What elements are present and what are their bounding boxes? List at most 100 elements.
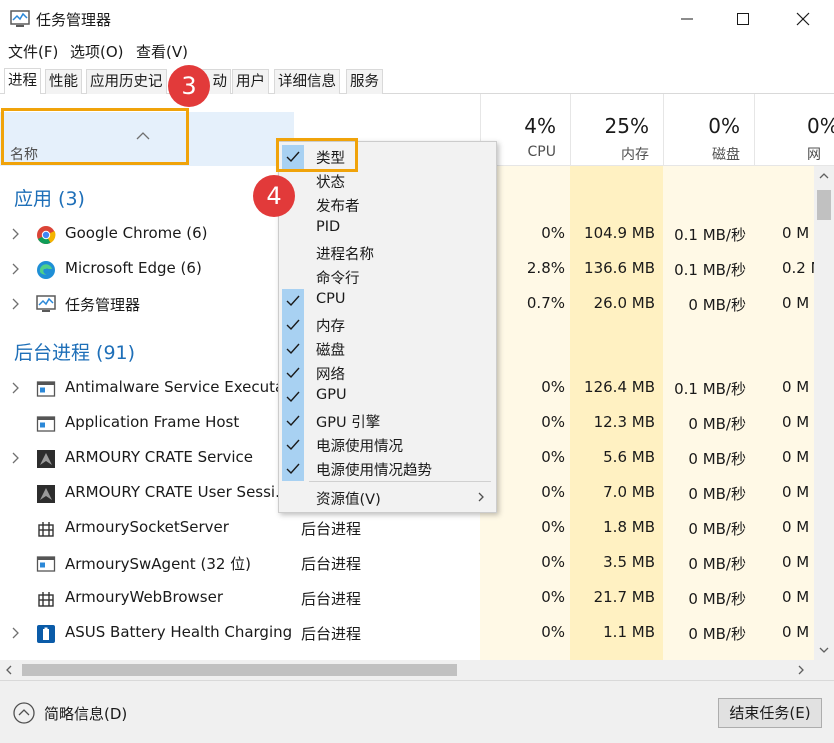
scroll-down-icon[interactable]: [819, 647, 829, 653]
context-menu-item[interactable]: 电源使用情况趋势: [279, 457, 496, 481]
process-cpu: 2.8%: [526, 259, 565, 277]
tab-users[interactable]: 用户: [232, 69, 269, 94]
scroll-left-icon[interactable]: [6, 665, 12, 675]
context-menu-label: 内存: [316, 319, 345, 335]
context-menu-item[interactable]: CPU: [279, 289, 496, 313]
context-menu-label: PID: [316, 219, 341, 235]
process-name: ARMOURY CRATE User Sessi...: [65, 483, 290, 501]
process-memory: 5.6 MB: [603, 448, 655, 466]
vertical-scroll-thumb[interactable]: [817, 190, 831, 220]
process-name: Application Frame Host: [65, 413, 240, 431]
tab-strip: 进程 性能 应用历史记 动 用户 详细信息 服务: [0, 66, 834, 94]
process-disk: 0 MB/秒: [688, 485, 746, 503]
horizontal-scroll-thumb[interactable]: [22, 664, 457, 676]
process-memory: 1.1 MB: [603, 623, 655, 641]
process-row[interactable]: ArmourySocketServer 后台进程 0% 1.8 MB 0 MB/秒 0 M: [0, 511, 814, 546]
expand-chevron-icon[interactable]: [12, 298, 20, 310]
process-row[interactable]: ArmourySwAgent (32 位) 后台进程 0% 3.5 MB 0 MB/秒 0…: [0, 546, 814, 581]
context-menu-item[interactable]: 进程名称: [279, 241, 496, 265]
memory-column-label: 内存: [621, 147, 649, 163]
horizontal-scrollbar[interactable]: [0, 660, 834, 680]
process-name: ArmouryWebBrowser: [65, 588, 223, 606]
tab-services[interactable]: 服务: [346, 69, 383, 94]
context-menu-label: CPU: [316, 291, 346, 307]
process-type: 后台进程: [301, 625, 362, 643]
process-cpu: 0%: [541, 378, 565, 396]
vertical-scrollbar[interactable]: [814, 166, 834, 660]
minimize-button[interactable]: [658, 0, 716, 38]
context-menu-item[interactable]: 状态: [279, 169, 496, 193]
scroll-up-icon[interactable]: [819, 173, 829, 179]
tab-app-history[interactable]: 应用历史记: [86, 69, 167, 94]
group-background[interactable]: 后台进程 (91): [14, 338, 135, 365]
process-memory: 3.5 MB: [603, 553, 655, 571]
end-task-button[interactable]: 结束任务(E): [718, 698, 822, 728]
context-menu-label: 电源使用情况趋势: [316, 463, 432, 479]
context-menu-item[interactable]: 命令行: [279, 265, 496, 289]
process-memory: 126.4 MB: [584, 378, 655, 396]
menu-bar: 文件(F) 选项(O) 查看(V): [0, 38, 834, 64]
menu-view[interactable]: 查看(V): [136, 41, 188, 62]
expand-chevron-icon[interactable]: [12, 228, 20, 240]
process-type: 后台进程: [301, 520, 362, 538]
process-memory: 104.9 MB: [584, 224, 655, 242]
expand-chevron-icon[interactable]: [12, 382, 20, 394]
maximize-button[interactable]: [714, 0, 772, 38]
process-row[interactable]: ArmouryWebBrowser 后台进程 0% 21.7 MB 0 MB/秒 0 M: [0, 581, 814, 616]
fewer-details-link[interactable]: 简略信息(D): [44, 703, 127, 724]
column-context-menu: 类型 状态 发布者 PID 进程名称 命令行 CPU 内存 磁盘 网络 GPU GPU 引擎 电源使用情…: [278, 141, 497, 513]
expand-chevron-icon[interactable]: [12, 627, 20, 639]
annotation-highlight-type: [276, 138, 358, 172]
context-menu-label: 发布者: [316, 199, 360, 215]
process-disk: 0 MB/秒: [688, 450, 746, 468]
checkmark-icon: [282, 361, 304, 385]
cpu-total: 4%: [524, 114, 556, 138]
context-menu-item[interactable]: 资源值(V): [279, 486, 496, 510]
disk-column-header[interactable]: 0% 磁盘: [663, 94, 754, 166]
context-menu-item[interactable]: 发布者: [279, 193, 496, 217]
fewer-details-icon[interactable]: [12, 701, 36, 725]
memory-total: 25%: [604, 114, 649, 138]
context-menu-item[interactable]: 磁盘: [279, 337, 496, 361]
context-menu-item[interactable]: GPU 引擎: [279, 409, 496, 433]
group-apps[interactable]: 应用 (3): [14, 184, 85, 211]
process-name: 任务管理器: [65, 296, 141, 314]
context-menu-item[interactable]: PID: [279, 217, 496, 241]
tab-processes[interactable]: 进程: [4, 68, 41, 94]
memory-column-header[interactable]: 25% 内存: [570, 94, 663, 166]
process-row[interactable]: ASUS Battery Health Charging 后台进程 0% 1.1 MB…: [0, 616, 814, 651]
scroll-right-icon[interactable]: [798, 665, 804, 675]
process-network: 0 M: [782, 553, 810, 571]
context-menu-item[interactable]: GPU: [279, 385, 496, 409]
network-column-label: 网络: [807, 147, 821, 163]
menu-options[interactable]: 选项(O): [70, 41, 124, 62]
process-cpu: 0%: [541, 518, 565, 536]
context-menu-item[interactable]: 网络: [279, 361, 496, 385]
context-menu-label: 状态: [316, 175, 345, 191]
tab-startup-label: 动: [212, 74, 228, 90]
close-button[interactable]: [774, 0, 832, 38]
checkmark-icon: [282, 409, 304, 433]
process-memory: 26.0 MB: [593, 294, 655, 312]
process-memory: 136.6 MB: [584, 259, 655, 277]
process-disk: 0 MB/秒: [688, 520, 746, 538]
context-menu-label: GPU: [316, 387, 347, 403]
expand-chevron-icon[interactable]: [12, 263, 20, 275]
process-network: 0 M: [782, 413, 810, 431]
tab-performance[interactable]: 性能: [45, 69, 82, 94]
process-disk: 0 MB/秒: [688, 625, 746, 643]
context-menu-item[interactable]: 内存: [279, 313, 496, 337]
context-menu-item[interactable]: 电源使用情况: [279, 433, 496, 457]
network-total: 0%: [807, 114, 834, 138]
menu-file[interactable]: 文件(F): [8, 41, 58, 62]
expand-chevron-icon[interactable]: [12, 452, 20, 464]
tab-details[interactable]: 详细信息: [274, 69, 340, 94]
task-manager-icon: [36, 295, 56, 315]
network-column-header[interactable]: 0% 网络: [754, 94, 834, 166]
process-name: Google Chrome (6): [65, 224, 208, 242]
process-name: ArmourySocketServer: [65, 518, 229, 536]
context-menu-label: 资源值(V): [316, 492, 381, 508]
process-name: ARMOURY CRATE Service: [65, 448, 254, 466]
process-cpu: 0.7%: [526, 294, 565, 312]
annotation-badge-3: 3: [168, 65, 210, 107]
